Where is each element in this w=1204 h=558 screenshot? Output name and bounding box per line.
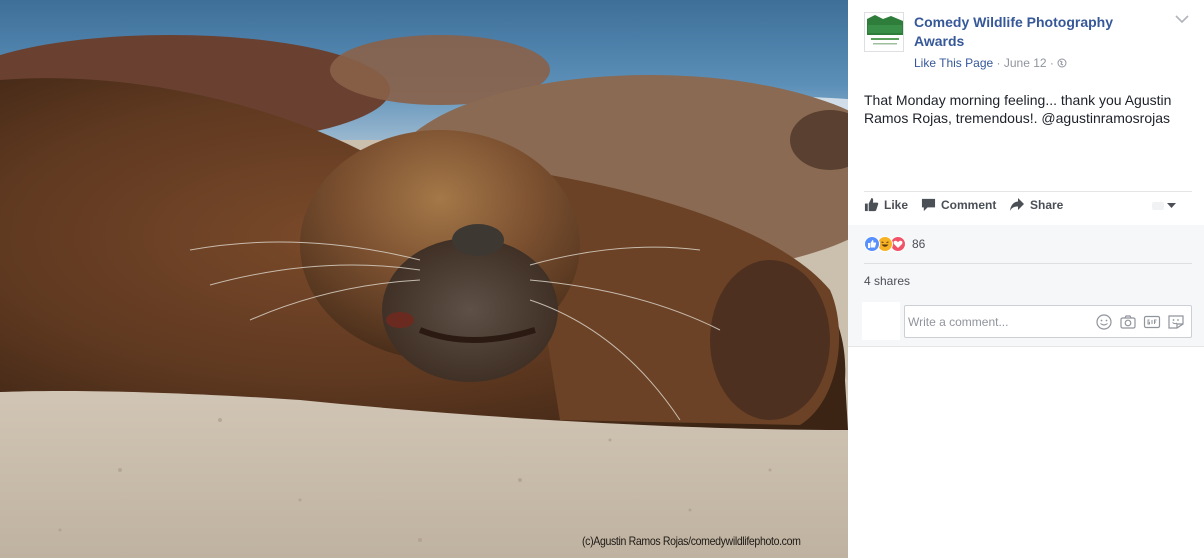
divider-stats [864,263,1192,264]
shares-count[interactable]: 4 shares [864,274,910,288]
page-avatar[interactable] [864,12,904,52]
meta-separator-2: · [1049,56,1054,70]
photo-credit: (c)Agustin Ramos Rojas/comedywildlifepho… [582,534,801,548]
meta-separator: · [996,56,1001,70]
post-actions: Like Comment Share [864,197,1192,217]
divider [864,191,1192,192]
page-logo-icon [865,13,903,51]
like-page-link[interactable]: Like This Page [914,56,993,70]
share-label: Share [1030,197,1064,212]
reaction-count: 86 [912,237,926,251]
audience-selector[interactable] [1152,199,1178,213]
page-name[interactable]: Comedy Wildlife Photography Awards [914,13,1164,51]
camera-icon[interactable] [1119,314,1137,330]
post-photo[interactable]: (c)Agustin Ramos Rojas/comedywildlifepho… [0,0,848,558]
share-icon [1010,198,1024,211]
comment-tools [1095,314,1185,330]
thumbs-up-icon [864,197,879,212]
post-text: That Monday morning feeling... thank you… [864,92,1172,126]
comment-box[interactable] [904,305,1192,338]
sea-lion-photo [0,0,848,558]
chevron-down-icon[interactable] [1174,13,1190,25]
post-side-panel: Comedy Wildlife Photography Awards Like … [848,0,1204,558]
audience-chevron-icon [1152,202,1176,210]
like-reaction-icon [864,236,880,252]
comment-label: Comment [941,197,997,212]
gif-icon[interactable] [1143,314,1161,330]
like-button[interactable]: Like [864,197,908,212]
post-meta: Like This Page · June 12 · [914,56,1067,70]
comment-input[interactable] [908,307,1088,336]
commenter-avatar [862,302,900,340]
sticker-icon[interactable] [1167,314,1185,330]
share-button[interactable]: Share [1009,197,1063,212]
reactions-summary[interactable]: 86 [864,235,925,253]
like-label: Like [884,197,909,212]
comment-icon [921,198,936,212]
emoji-icon[interactable] [1095,314,1113,330]
globe-icon[interactable] [1057,58,1067,68]
post-date[interactable]: June 12 [1004,56,1047,70]
comment-button[interactable]: Comment [921,197,996,212]
